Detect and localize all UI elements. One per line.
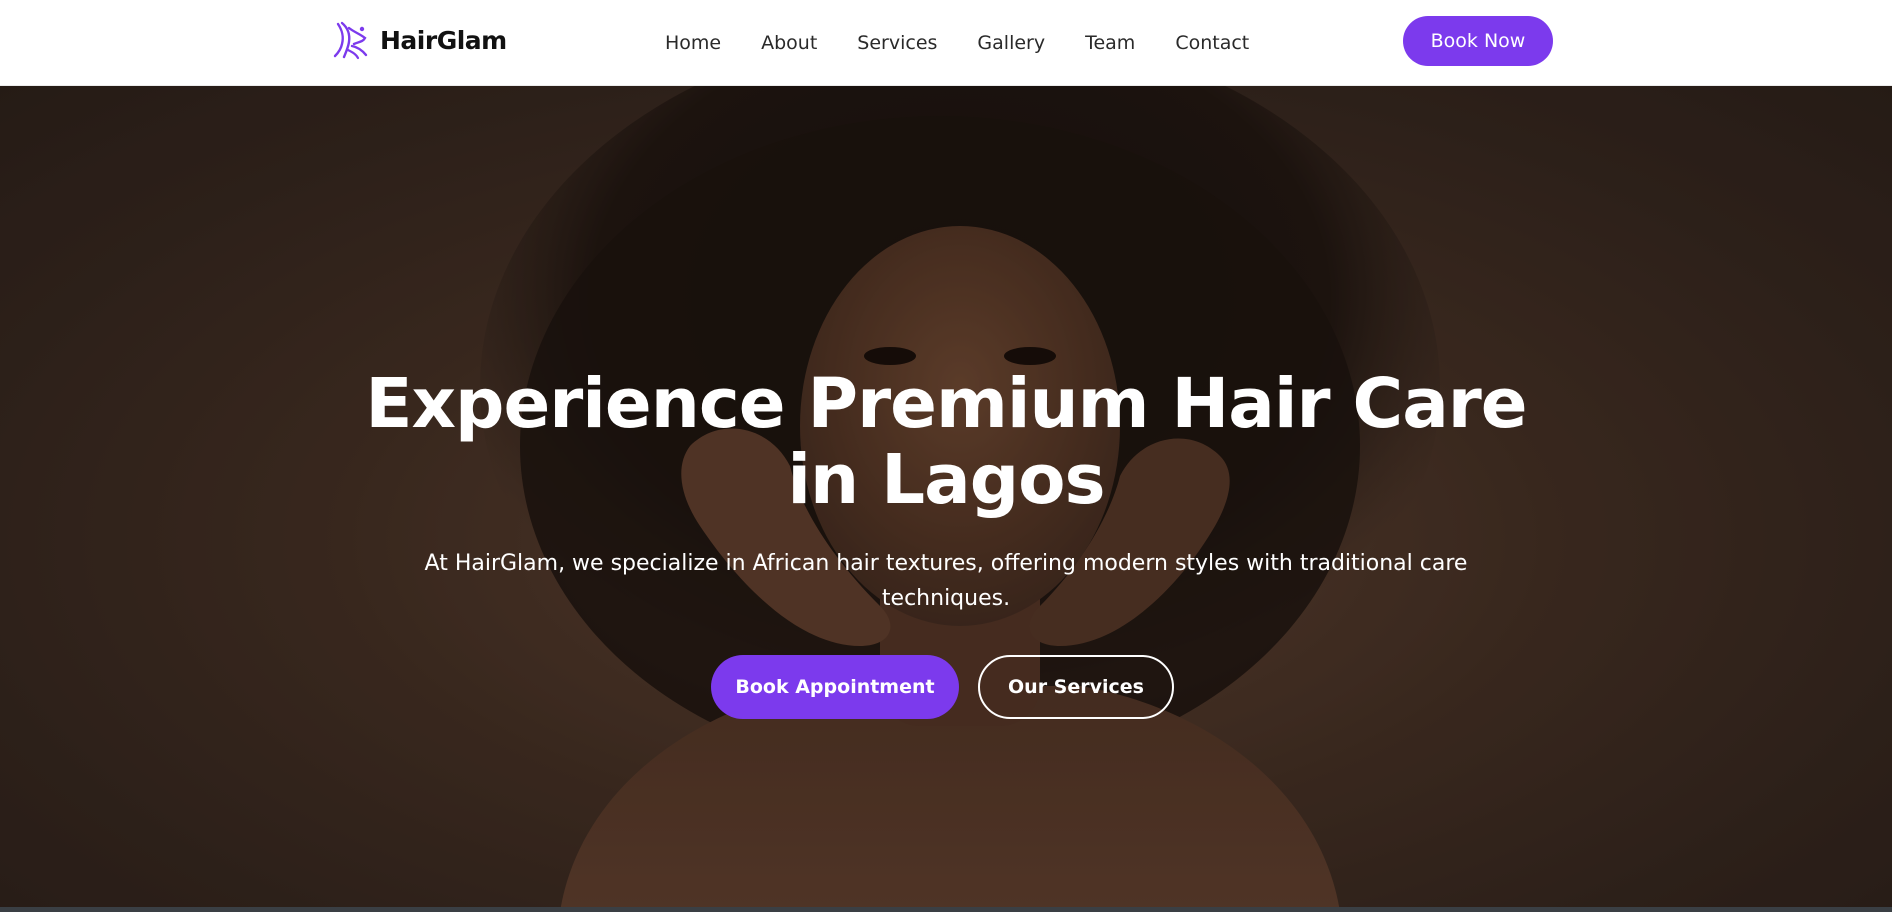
nav-link-gallery[interactable]: Gallery	[977, 32, 1045, 54]
main-nav: Home About Services Gallery Team Contact	[665, 0, 1249, 86]
nav-link-contact[interactable]: Contact	[1175, 32, 1249, 54]
book-appointment-button[interactable]: Book Appointment	[711, 655, 959, 719]
nav-link-about[interactable]: About	[761, 32, 817, 54]
hair-salon-logo-icon	[333, 21, 368, 60]
nav-link-home[interactable]: Home	[665, 32, 721, 54]
hero-content: Experience Premium Hair Care in Lagos At…	[0, 86, 1892, 912]
our-services-button[interactable]: Our Services	[978, 655, 1174, 719]
nav-link-services[interactable]: Services	[857, 32, 937, 54]
hero-title-line-2: in Lagos	[787, 440, 1105, 520]
hero-title-line-1: Experience Premium Hair Care	[365, 364, 1527, 444]
top-navbar: HairGlam Home About Services Gallery Tea…	[0, 0, 1892, 86]
hero-subtitle: At HairGlam, we specialize in African ha…	[396, 546, 1496, 616]
book-now-button[interactable]: Book Now	[1403, 16, 1553, 66]
hero-subtitle-line-1: At HairGlam, we specialize in African ha…	[424, 551, 1468, 576]
hero-section: Experience Premium Hair Care in Lagos At…	[0, 86, 1892, 912]
brand-name: HairGlam	[380, 25, 507, 55]
brand-logo[interactable]: HairGlam	[332, 20, 507, 60]
nav-link-team[interactable]: Team	[1085, 32, 1135, 54]
bottom-divider	[0, 907, 1892, 912]
hero-title: Experience Premium Hair Care in Lagos	[346, 366, 1546, 518]
hero-subtitle-line-2: techniques.	[881, 586, 1011, 611]
